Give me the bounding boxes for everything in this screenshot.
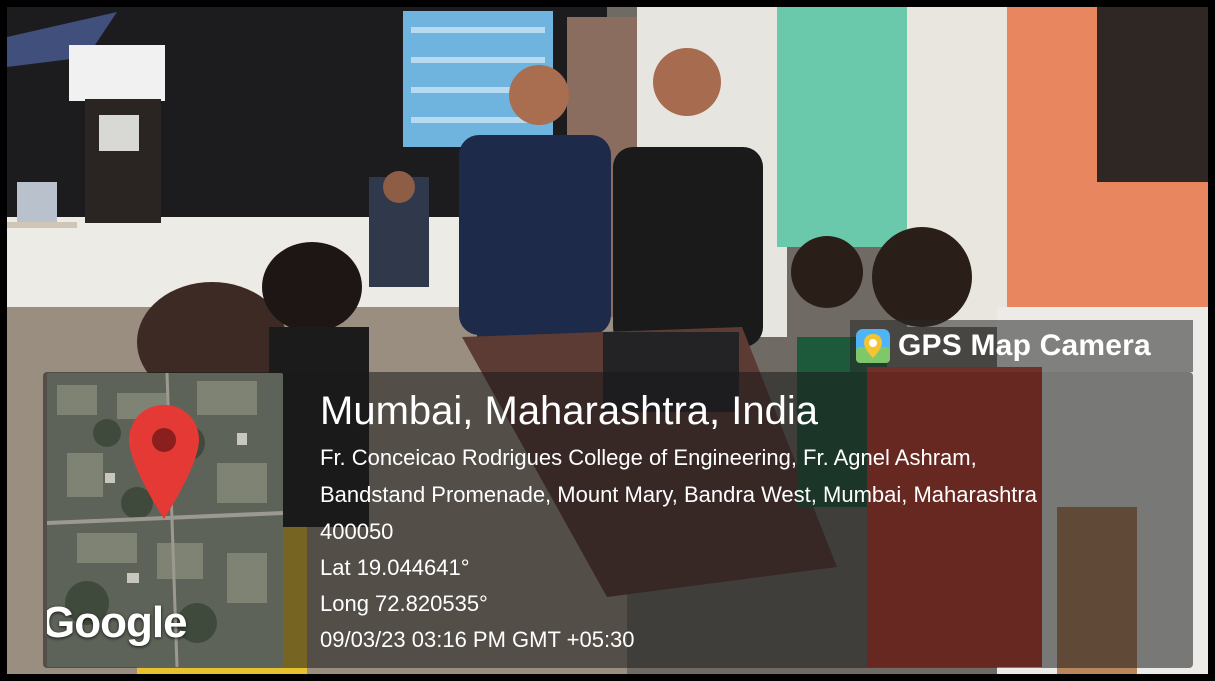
- latitude: Lat 19.044641°: [320, 555, 470, 580]
- map-attribution: Google: [47, 598, 188, 647]
- gps-app-badge: GPS Map Camera: [850, 320, 1193, 372]
- address-line: 400050: [320, 519, 394, 544]
- satellite-map-thumbnail: Google: [47, 373, 283, 667]
- address-line: Bandstand Promenade, Mount Mary, Bandra …: [320, 482, 1037, 507]
- map-pin-app-icon: [856, 329, 890, 363]
- address-line: Fr. Conceicao Rodrigues College of Engin…: [320, 445, 977, 470]
- longitude: Long 72.820535°: [320, 591, 488, 616]
- location-title: Mumbai, Maharashtra, India: [320, 389, 819, 433]
- location-info: Mumbai, Maharashtra, India Fr. Conceicao…: [320, 387, 1180, 658]
- photo-frame: GPS Map Camera Google Mumbai, Maharashtr…: [0, 0, 1215, 681]
- address: Fr. Conceicao Rodrigues College of Engin…: [320, 439, 1180, 550]
- timestamp: 09/03/23 03:16 PM GMT +05:30: [320, 627, 635, 652]
- app-name-label: GPS Map Camera: [898, 329, 1151, 362]
